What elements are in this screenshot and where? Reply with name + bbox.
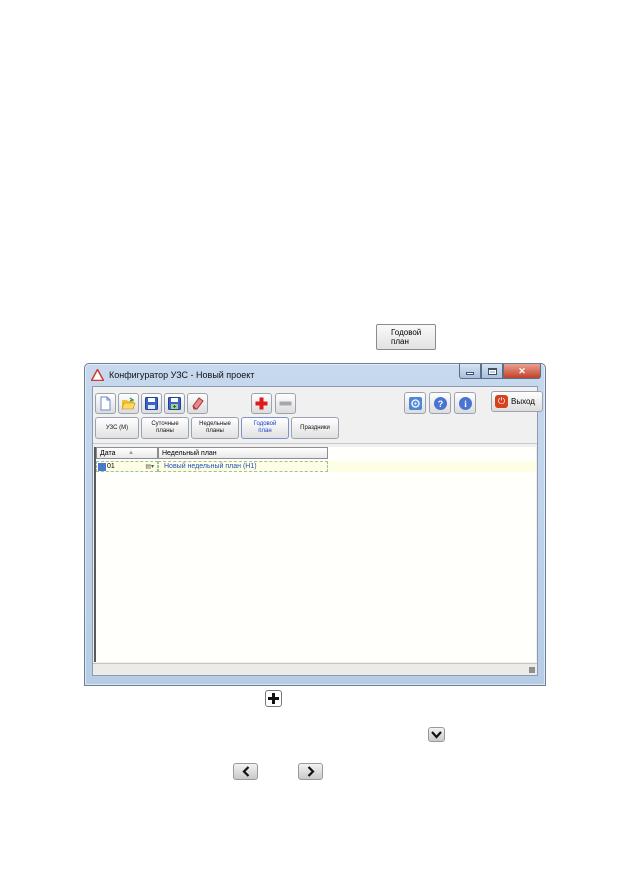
- nav-yearly-plan-button[interactable]: Годовой план: [241, 417, 289, 439]
- open-project-button[interactable]: [118, 393, 139, 414]
- add-button[interactable]: [251, 393, 272, 414]
- help-button[interactable]: ?: [429, 392, 451, 414]
- plan-cell[interactable]: Новый недельный план (Н1): [158, 461, 328, 472]
- yearly-plan-button-sample[interactable]: Годовой план: [376, 324, 436, 350]
- window-controls: ✕: [459, 364, 541, 379]
- settings-icon: [408, 396, 422, 410]
- nav-yearly-label-1: Годовой: [253, 421, 277, 427]
- yearly-plan-grid[interactable]: Дата ▲ Недельный план 01 ▤▾ Новый недель…: [94, 447, 536, 662]
- remove-button[interactable]: [275, 393, 296, 414]
- nav-holidays-label: Праздники: [300, 424, 330, 431]
- nav-daily-plans-button[interactable]: Суточные планы: [141, 417, 189, 439]
- svg-text:?: ?: [437, 399, 443, 409]
- nav-holidays-button[interactable]: Праздники: [291, 417, 339, 439]
- date-value: 01: [107, 463, 115, 470]
- table-row[interactable]: 01 ▤▾ Новый недельный план (Н1): [96, 461, 536, 472]
- grid-header: Дата ▲ Недельный план: [96, 447, 328, 459]
- yearly-plan-label-line2: план: [391, 337, 409, 346]
- nav-weekly-label-2: планы: [206, 428, 224, 434]
- save-as-button[interactable]: [164, 393, 185, 414]
- column-header-date[interactable]: Дата ▲: [96, 447, 158, 459]
- help-icon: ?: [433, 396, 447, 410]
- new-file-icon: [100, 396, 111, 411]
- exit-button[interactable]: ⏻ Выход: [491, 391, 543, 412]
- status-bar: [93, 663, 537, 675]
- app-warning-icon: [91, 369, 104, 381]
- dropdown-arrow-icon[interactable]: ▤▾: [145, 463, 154, 470]
- date-cell[interactable]: 01 ▤▾: [96, 461, 158, 472]
- chevron-right-icon: [307, 766, 315, 777]
- minus-icon: [279, 401, 292, 406]
- exit-label: Выход: [511, 397, 535, 406]
- column-date-label: Дата: [100, 450, 116, 457]
- close-icon: ✕: [518, 365, 526, 376]
- new-project-button[interactable]: [95, 393, 116, 414]
- eraser-icon: [192, 397, 204, 410]
- column-plan-label: Недельный план: [162, 450, 217, 457]
- chevron-left-button-sample[interactable]: [233, 763, 258, 780]
- info-button[interactable]: i: [454, 392, 476, 414]
- save-icon: [145, 397, 158, 410]
- close-button[interactable]: ✕: [503, 364, 541, 379]
- minimize-icon: [466, 371, 474, 375]
- sort-ascending-icon: ▲: [128, 450, 134, 456]
- nav-weekly-label-1: Недельные: [199, 421, 231, 427]
- yearly-plan-label-line1: Годовой: [391, 328, 422, 337]
- nav-yearly-label-2: план: [258, 428, 272, 434]
- toolbar-separator: [93, 443, 537, 444]
- save-button[interactable]: [141, 393, 162, 414]
- maximize-icon: [487, 367, 497, 375]
- maximize-button[interactable]: [481, 364, 503, 379]
- chevron-down-icon: [431, 730, 442, 739]
- app-window: Конфигуратор УЗС - Новый проект ✕ ? i ⏻ …: [84, 363, 546, 686]
- nav-weekly-plans-button[interactable]: Недельные планы: [191, 417, 239, 439]
- power-icon: ⏻: [495, 395, 508, 408]
- nav-uzs-label: УЗС (М): [105, 424, 129, 431]
- nav-daily-label-2: планы: [156, 428, 174, 434]
- calendar-icon: [98, 462, 106, 471]
- plus-icon: [255, 397, 268, 410]
- column-header-plan[interactable]: Недельный план: [158, 447, 328, 459]
- minimize-button[interactable]: [459, 364, 481, 379]
- nav-uzs-button[interactable]: УЗС (М): [95, 417, 139, 439]
- chevron-right-button-sample[interactable]: [298, 763, 323, 780]
- open-folder-icon: [121, 397, 136, 410]
- info-icon: i: [458, 396, 472, 410]
- save-as-icon: [168, 397, 181, 410]
- client-area: ? i ⏻ Выход УЗС (М) Суточные планы Недел…: [92, 386, 543, 676]
- nav-daily-label-1: Суточные: [151, 421, 179, 427]
- plus-button-sample[interactable]: [265, 690, 282, 707]
- title-bar[interactable]: Конфигуратор УЗС - Новый проект ✕: [85, 364, 545, 386]
- clear-button[interactable]: [187, 393, 208, 414]
- resize-grip-icon[interactable]: [529, 667, 535, 673]
- chevron-left-icon: [241, 766, 249, 777]
- plan-value: Новый недельный план (Н1): [164, 463, 257, 470]
- plus-icon: [268, 693, 279, 704]
- window-title: Конфигуратор УЗС - Новый проект: [109, 370, 255, 380]
- settings-button[interactable]: [404, 392, 426, 414]
- chevron-down-button-sample[interactable]: [428, 727, 445, 742]
